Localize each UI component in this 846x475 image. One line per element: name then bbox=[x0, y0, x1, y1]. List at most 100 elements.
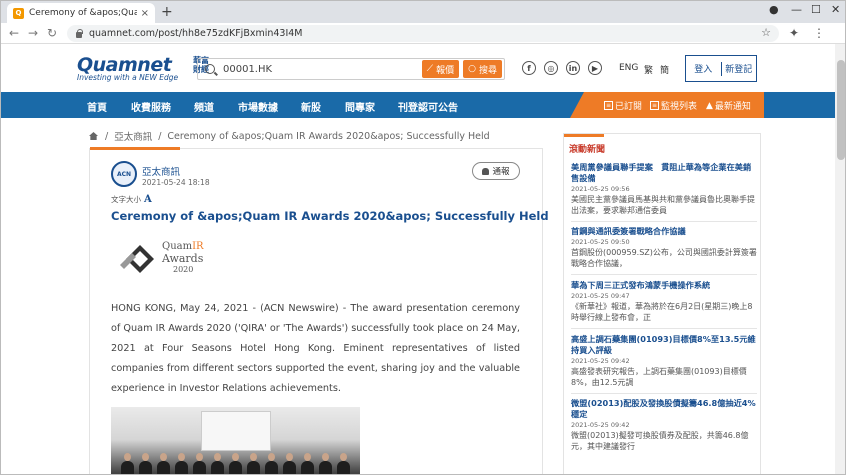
watchlist-link[interactable]: ≡ 監視列表 bbox=[650, 99, 697, 112]
news-item[interactable]: 微盟(02013)配股及發換股債擬籌46.8億抽近4%穩定 2021-05-25… bbox=[571, 398, 757, 452]
subscribed-label: 已訂閱 bbox=[615, 102, 643, 112]
quamnet-logo[interactable]: Quamnet 華富財經 Investing with a NEW Edge bbox=[77, 54, 209, 82]
user-shortcuts-bar: ≡ 已訂閱 ≡ 監視列表 ▲ 最新通知 bbox=[570, 92, 764, 118]
scrollbar-thumb[interactable] bbox=[837, 60, 845, 160]
instagram-icon[interactable]: ◎ bbox=[544, 61, 558, 75]
font-size-icon[interactable]: A bbox=[144, 194, 152, 205]
awards-logo-quam: Quam bbox=[162, 241, 193, 252]
notifications-link[interactable]: ▲ 最新通知 bbox=[706, 99, 751, 113]
bell-icon: ▲ bbox=[706, 100, 713, 111]
photo-person bbox=[265, 453, 278, 474]
news-item[interactable]: 高盛上調石藥集團(01093)目標價8%至13.5元維持買入評級 2021-05… bbox=[571, 334, 757, 394]
lock-icon bbox=[75, 29, 83, 38]
extensions-puzzle-icon[interactable]: ✦ bbox=[789, 26, 799, 40]
reload-icon[interactable]: ↻ bbox=[47, 26, 57, 40]
article-date: 2021-05-24 18:18 bbox=[142, 178, 210, 187]
browser-window: Q Ceremony of &apos;Quam IR Aw × + ● — ☐… bbox=[0, 0, 846, 475]
news-date: 2021-05-25 09:47 bbox=[571, 292, 630, 300]
lang-traditional[interactable]: 繁 bbox=[644, 63, 653, 76]
breadcrumb: / 亞太商訊 / Ceremony of &apos;Quam IR Award… bbox=[89, 129, 490, 143]
nav-home[interactable]: 首頁 bbox=[87, 99, 107, 114]
photo-person bbox=[121, 453, 134, 474]
browser-tabbar: Q Ceremony of &apos;Quam IR Aw × + ● — ☐… bbox=[1, 1, 845, 23]
search-icon bbox=[205, 64, 215, 74]
photo-person bbox=[319, 453, 332, 474]
nav-channels[interactable]: 頻道 bbox=[194, 99, 214, 114]
new-tab-button[interactable]: + bbox=[161, 4, 173, 20]
linkedin-icon[interactable]: in bbox=[566, 61, 580, 75]
browser-tab[interactable]: Q Ceremony of &apos;Quam IR Aw × bbox=[7, 3, 155, 23]
login-button[interactable]: 登入 bbox=[686, 62, 721, 75]
forward-arrow-icon[interactable]: → bbox=[28, 26, 38, 40]
photo-person bbox=[247, 453, 260, 474]
article-accent-bar bbox=[90, 147, 180, 150]
back-arrow-icon[interactable]: ← bbox=[9, 26, 19, 40]
photo-backdrop bbox=[201, 411, 271, 451]
register-button[interactable]: 新登記 bbox=[722, 62, 757, 75]
profile-dot-icon[interactable]: ● bbox=[769, 3, 779, 16]
news-summary: 高盛發表研究報告，上調石藥集團(01093)目標價8%，由12.5元調 bbox=[571, 367, 747, 387]
photo-person bbox=[283, 453, 296, 474]
news-title[interactable]: 華為下周三正式發布鴻蒙手機操作系統 bbox=[571, 280, 757, 291]
menu-dots-icon[interactable]: ⋮ bbox=[813, 26, 825, 40]
url-input[interactable]: quamnet.com/post/hh8e75zdKFjBxmin43I4M ☆ bbox=[67, 25, 779, 42]
news-title[interactable]: 首鋼與通訊委簽署戰略合作協議 bbox=[571, 226, 757, 237]
news-title[interactable]: 微盟(02013)配股及發換股債擬籌46.8億抽近4%穩定 bbox=[571, 398, 757, 420]
article-body: HONG KONG, May 24, 2021 - (ACN Newswire)… bbox=[111, 303, 521, 394]
sidebar-title: 滾動新聞 bbox=[569, 145, 606, 155]
news-item[interactable]: 華為下周三正式發布鴻蒙手機操作系統 2021-05-25 09:47 《新華社》… bbox=[571, 280, 757, 329]
photo-person bbox=[211, 453, 224, 474]
site-header: Quamnet 華富財經 Investing with a NEW Edge 0… bbox=[1, 44, 845, 92]
photo-person bbox=[193, 453, 206, 474]
nav-announcements[interactable]: 刊登認可公告 bbox=[398, 99, 458, 114]
maximize-icon[interactable]: ☐ bbox=[811, 3, 821, 16]
breadcrumb-current: Ceremony of &apos;Quam IR Awards 2020&ap… bbox=[167, 130, 490, 142]
author-avatar[interactable]: ACN bbox=[111, 161, 137, 187]
youtube-icon[interactable]: ▶ bbox=[588, 61, 602, 75]
quote-button[interactable]: ⟋ 報價 bbox=[421, 60, 460, 78]
search-button[interactable]: ○ 搜尋 bbox=[463, 60, 502, 78]
sidebar-accent-bar bbox=[564, 134, 604, 137]
lang-en[interactable]: ENG bbox=[619, 63, 638, 73]
news-summary: 微盟(02013)擬發可換股債券及配股，共籌46.8億元，其中建議發行 bbox=[571, 431, 749, 451]
watchlist-label: 監視列表 bbox=[661, 102, 698, 112]
news-divider bbox=[571, 221, 757, 222]
home-icon[interactable] bbox=[89, 132, 98, 140]
report-label: 通報 bbox=[492, 167, 510, 177]
subscribed-link[interactable]: ≡ 已訂閱 bbox=[604, 99, 642, 112]
nav-ask-expert[interactable]: 問專家 bbox=[345, 99, 375, 114]
close-window-icon[interactable]: ✕ bbox=[831, 3, 840, 16]
notifications-label: 最新通知 bbox=[714, 102, 751, 112]
lang-simplified[interactable]: 簡 bbox=[660, 63, 669, 76]
photo-person bbox=[139, 453, 152, 474]
news-title[interactable]: 高盛上調石藥集團(01093)目標價8%至13.5元維持買入評級 bbox=[571, 334, 757, 356]
news-item[interactable]: 首鋼與通訊委簽署戰略合作協議 2021-05-25 09:50 首鋼股份(000… bbox=[571, 226, 757, 275]
author-name[interactable]: 亞太商訊 bbox=[142, 164, 180, 178]
news-item[interactable]: 美周黨參議員聯手提案 貫阻止華為等企業在美銷售設備 2021-05-25 09:… bbox=[571, 162, 757, 222]
page-scrollbar[interactable] bbox=[835, 44, 845, 474]
news-date: 2021-05-25 09:42 bbox=[571, 357, 630, 365]
nav-ipo[interactable]: 新股 bbox=[301, 99, 321, 114]
report-button[interactable]: 通報 bbox=[472, 162, 520, 180]
awards-logo-awards: Awards bbox=[162, 252, 204, 265]
chart-icon: ⟋ bbox=[426, 64, 434, 74]
awards-logo-ir: IR bbox=[192, 241, 204, 252]
font-size-control[interactable]: 文字大小 A bbox=[111, 194, 152, 205]
close-tab-icon[interactable]: × bbox=[141, 8, 149, 19]
news-divider bbox=[571, 328, 757, 329]
breadcrumb-sep: / bbox=[158, 130, 162, 142]
news-title[interactable]: 美周黨參議員聯手提案 貫阻止華為等企業在美銷售設備 bbox=[571, 162, 757, 184]
article-headline: Ceremony of &apos;Quam IR Awards 2020&ap… bbox=[111, 209, 549, 223]
nav-market-data[interactable]: 市場數據 bbox=[238, 99, 278, 114]
news-summary: 美國民主黨參議員馬基與共和黨參議員魯比奧聯手提出法案，要求聯邦通信委員 bbox=[571, 195, 755, 215]
bookmark-star-icon[interactable]: ☆ bbox=[761, 26, 771, 39]
tab-title: Ceremony of &apos;Quam IR Aw bbox=[29, 8, 137, 18]
breadcrumb-section[interactable]: 亞太商訊 bbox=[114, 129, 152, 143]
news-summary: 首鋼股份(000959.SZ)公布，公司與國訊委計算簽署戰略合作協議， bbox=[571, 248, 757, 268]
breadcrumb-sep: / bbox=[105, 130, 109, 142]
minimize-icon[interactable]: — bbox=[791, 3, 802, 16]
nav-paid-services[interactable]: 收費服務 bbox=[131, 99, 171, 114]
facebook-icon[interactable]: f bbox=[522, 61, 536, 75]
news-date: 2021-05-25 09:42 bbox=[571, 421, 630, 429]
search-input[interactable]: 00001.HK bbox=[223, 64, 422, 75]
